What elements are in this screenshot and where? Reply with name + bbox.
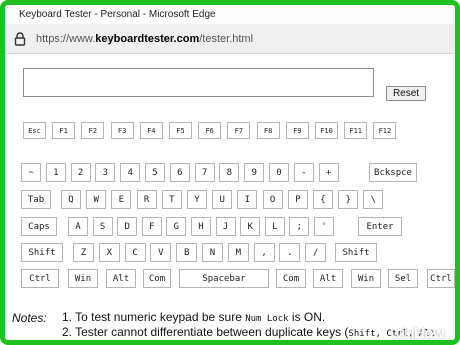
key-comma[interactable]: , <box>253 243 275 262</box>
key-w[interactable]: W <box>86 190 107 209</box>
key-z[interactable]: Z <box>73 243 94 262</box>
wikihow-watermark: wikiHow <box>391 325 445 342</box>
key-f12[interactable]: F12 <box>373 122 397 139</box>
key-g[interactable]: G <box>166 217 187 236</box>
key-sel[interactable]: Sel <box>388 269 418 288</box>
key-f7[interactable]: F7 <box>227 122 251 139</box>
key-plus[interactable]: + <box>318 163 339 182</box>
key-alt[interactable]: Alt <box>106 269 136 288</box>
key-o[interactable]: O <box>262 190 283 209</box>
notes-label: Notes: <box>12 311 47 325</box>
key-tilde[interactable]: ~ <box>21 163 41 182</box>
key-p[interactable]: P <box>287 190 308 209</box>
key-l[interactable]: L <box>264 217 285 236</box>
key-f6[interactable]: F6 <box>198 122 222 139</box>
key-alt-2[interactable]: Alt <box>313 269 343 288</box>
key-3[interactable]: 3 <box>95 163 116 182</box>
note-1-text-a: 1. To test numeric keypad be sure <box>62 310 246 324</box>
browser-window: Keyboard Tester - Personal - Microsoft E… <box>0 0 460 345</box>
key-spacebar[interactable]: Spacebar <box>179 269 269 288</box>
key-7[interactable]: 7 <box>194 163 215 182</box>
key-f9[interactable]: F9 <box>285 122 309 139</box>
key-shift-2[interactable]: Shift <box>335 243 377 262</box>
window-title: Keyboard Tester - Personal - Microsoft E… <box>19 9 216 20</box>
key-period[interactable]: . <box>279 243 301 262</box>
key-x[interactable]: X <box>98 243 120 262</box>
key-tab[interactable]: Tab <box>21 190 51 209</box>
key-shift[interactable]: Shift <box>21 243 63 262</box>
key-y[interactable]: Y <box>187 190 207 209</box>
key-esc[interactable]: Esc <box>23 122 46 139</box>
url-prefix: https://www. <box>36 32 96 45</box>
key-j[interactable]: J <box>215 217 236 236</box>
key-c[interactable]: C <box>124 243 146 262</box>
key-backslash[interactable]: \ <box>363 190 384 209</box>
key-f3[interactable]: F3 <box>110 122 134 139</box>
key-f2[interactable]: F2 <box>81 122 105 139</box>
key-0[interactable]: 0 <box>269 163 289 182</box>
title-bar: Keyboard Tester - Personal - Microsoft E… <box>5 5 455 24</box>
key-win[interactable]: Win <box>68 269 98 288</box>
key-s[interactable]: S <box>92 217 113 236</box>
key-bckspce[interactable]: Bckspce <box>369 163 417 182</box>
key-5[interactable]: 5 <box>145 163 165 182</box>
reset-button[interactable]: Reset <box>386 86 426 101</box>
address-bar[interactable]: https://www. keyboardtester.com/tester.ht… <box>5 24 455 54</box>
key-f11[interactable]: F11 <box>344 122 368 139</box>
lock-icon <box>14 31 26 46</box>
key-quote[interactable]: ' <box>314 217 334 236</box>
key-f1[interactable]: F1 <box>52 122 76 139</box>
key-com-2[interactable]: Com <box>276 269 306 288</box>
note-1-text-b: is ON. <box>288 310 326 324</box>
key-com[interactable]: Com <box>143 269 171 288</box>
key-slash[interactable]: / <box>305 243 327 262</box>
key-1[interactable]: 1 <box>45 163 66 182</box>
key-ctrl[interactable]: Ctrl <box>21 269 59 288</box>
key-rbrace[interactable]: } <box>338 190 359 209</box>
key-9[interactable]: 9 <box>244 163 265 182</box>
key-caps[interactable]: Caps <box>21 217 57 236</box>
key-lbrace[interactable]: { <box>313 190 333 209</box>
note-1-key: Num Lock <box>245 314 289 324</box>
key-f10[interactable]: F10 <box>315 122 338 139</box>
key-m[interactable]: M <box>227 243 249 262</box>
key-e[interactable]: E <box>111 190 132 209</box>
key-f5[interactable]: F5 <box>169 122 192 139</box>
key-h[interactable]: H <box>191 217 211 236</box>
key-b[interactable]: B <box>176 243 198 262</box>
key-f4[interactable]: F4 <box>139 122 163 139</box>
key-6[interactable]: 6 <box>169 163 190 182</box>
key-4[interactable]: 4 <box>120 163 141 182</box>
note-2-text-a: 2. Tester cannot differentiate between d… <box>62 325 349 339</box>
key-k[interactable]: K <box>240 217 261 236</box>
key-f[interactable]: F <box>141 217 162 236</box>
url-path: /tester.html <box>199 32 254 45</box>
key-v[interactable]: V <box>150 243 172 262</box>
url-domain: keyboardtester.com <box>95 32 200 45</box>
key-q[interactable]: Q <box>61 190 81 209</box>
key-n[interactable]: N <box>202 243 223 262</box>
key-a[interactable]: A <box>68 217 88 236</box>
key-i[interactable]: I <box>237 190 258 209</box>
key-output-textarea[interactable] <box>23 68 374 97</box>
key-semicolon[interactable]: ; <box>289 217 310 236</box>
key-2[interactable]: 2 <box>70 163 91 182</box>
key-d[interactable]: D <box>117 217 138 236</box>
key-enter[interactable]: Enter <box>358 217 402 236</box>
note-2: 2. Tester cannot differentiate between d… <box>62 325 435 339</box>
key-minus[interactable]: - <box>293 163 314 182</box>
key-ctrl-2[interactable]: Ctrl <box>427 269 455 288</box>
key-r[interactable]: R <box>136 190 157 209</box>
key-u[interactable]: U <box>212 190 233 209</box>
key-win-2[interactable]: Win <box>351 269 381 288</box>
key-f8[interactable]: F8 <box>256 122 280 139</box>
key-8[interactable]: 8 <box>219 163 240 182</box>
key-t[interactable]: T <box>161 190 182 209</box>
note-1: 1. To test numeric keypad be sure Num Lo… <box>62 310 325 324</box>
